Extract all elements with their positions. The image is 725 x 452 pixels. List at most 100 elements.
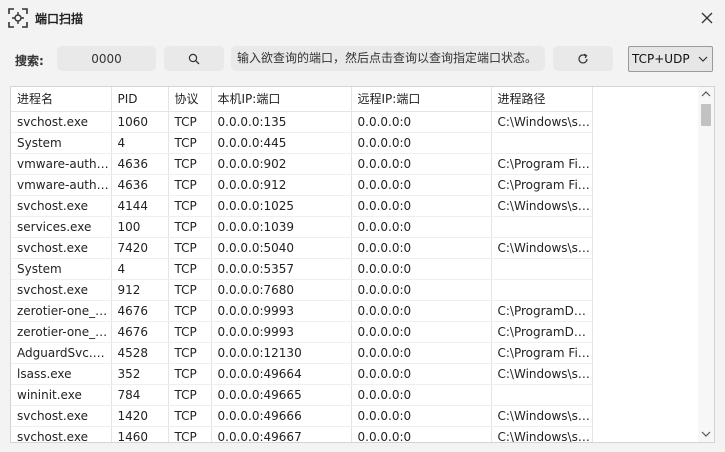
refresh-button[interactable] [553, 46, 613, 71]
cell-path: C:\Program Files (x86)\VMware [491, 174, 593, 196]
cell-process: svchost.exe [11, 237, 112, 259]
hint-text: 输入欲查询的端口，然后点击查询以查询指定端口状态。 [231, 46, 545, 71]
table-row[interactable]: wininit.exe 784 TCP 0.0.0.0:49665 0.0.0.0:0 [11, 384, 593, 406]
cell-process: vmware-authd.exe [11, 153, 112, 175]
column-header-pid[interactable]: PID [111, 87, 169, 112]
cell-local-address: 0.0.0.0:5040 [211, 237, 352, 259]
cell-remote-address: 0.0.0.0:0 [351, 384, 492, 406]
table-row[interactable]: services.exe 100 TCP 0.0.0.0:1039 0.0.0.0:0 [11, 216, 593, 238]
table-row[interactable]: zerotier-one_x64.exe4676TCP0.0.0.0:99930… [11, 321, 593, 343]
table-row[interactable]: vmware-authd.exe4636TCP0.0.0.0:9120.0.0.… [11, 174, 593, 196]
table-row[interactable]: System 4 TCP 0.0.0.0:5357 0.0.0.0:0 [11, 258, 593, 280]
cell-protocol: TCP [168, 132, 212, 154]
cell-remote-address: 0.0.0.0:0 [351, 216, 492, 238]
cell-remote-address: 0.0.0.0:0 [351, 153, 492, 175]
table-row[interactable]: vmware-authd.exe4636TCP0.0.0.0:9020.0.0.… [11, 153, 593, 175]
cell-remote-address: 0.0.0.0:0 [351, 300, 492, 322]
cell-protocol: TCP [168, 426, 212, 442]
cell-pid: 912 [111, 279, 169, 301]
cell-protocol: TCP [168, 153, 212, 175]
cell-pid: 7420 [111, 237, 169, 259]
table-row[interactable]: svchost.exe 1460 TCP 0.0.0.0:49667 0.0.0.0:0… [11, 426, 593, 442]
cell-local-address: 0.0.0.0:9993 [211, 321, 352, 343]
cell-process: lsass.exe [11, 363, 112, 385]
chevron-down-icon [698, 56, 708, 62]
table-row[interactable]: svchost.exe 912 TCP 0.0.0.0:7680 0.0.0.0:0 [11, 279, 593, 301]
vertical-scrollbar[interactable] [698, 87, 714, 442]
cell-remote-address: 0.0.0.0:0 [351, 426, 492, 442]
close-icon [701, 12, 713, 24]
cell-protocol: TCP [168, 342, 212, 364]
search-icon [188, 53, 200, 64]
cell-pid: 100 [111, 216, 169, 238]
cell-process: svchost.exe [11, 111, 112, 133]
cell-process: svchost.exe [11, 405, 112, 427]
cell-path: C:\Windows\system32\svchost.exe [491, 195, 593, 217]
cell-process: vmware-authd.exe [11, 174, 112, 196]
cell-pid: 1460 [111, 426, 169, 442]
cell-process: wininit.exe [11, 384, 112, 406]
close-button[interactable] [694, 6, 720, 30]
cell-remote-address: 0.0.0.0:0 [351, 174, 492, 196]
cell-process: services.exe [11, 216, 112, 238]
cell-local-address: 0.0.0.0:49666 [211, 405, 352, 427]
cell-protocol: TCP [168, 111, 212, 133]
cell-local-address: 0.0.0.0:5357 [211, 258, 352, 280]
table-row[interactable]: System 4 TCP 0.0.0.0:445 0.0.0.0:0 [11, 132, 593, 154]
scroll-up-icon[interactable] [701, 90, 711, 98]
cell-remote-address: 0.0.0.0:0 [351, 279, 492, 301]
cell-pid: 784 [111, 384, 169, 406]
table-row[interactable]: AdguardSvc.exe 4528 TCP 0.0.0.0:12130 0.0.0.… [11, 342, 593, 364]
window-title: 端口扫描 [35, 12, 84, 26]
cell-process: svchost.exe [11, 426, 112, 442]
cell-path: C:\Windows\system32\svchost.exe [491, 405, 593, 427]
column-header-protocol[interactable]: 协议 [168, 87, 212, 112]
cell-local-address: 0.0.0.0:12130 [211, 342, 352, 364]
table-row[interactable]: svchost.exe 4144 TCP 0.0.0.0:1025 0.0.0.0:0 C… [11, 195, 593, 217]
cell-protocol: TCP [168, 237, 212, 259]
cell-path: C:\Windows\system32\lsass.exe [491, 363, 593, 385]
cell-process: svchost.exe [11, 195, 112, 217]
cell-protocol: TCP [168, 300, 212, 322]
cell-pid: 4636 [111, 153, 169, 175]
cell-protocol: TCP [168, 363, 212, 385]
cell-local-address: 0.0.0.0:7680 [211, 279, 352, 301]
table-header-row: 进程名 PID 协议 本机IP:端口 远程IP:端口 进程路径 [11, 87, 593, 112]
table-row[interactable]: zerotier-one_x64.exe4676TCP0.0.0.0:99930… [11, 300, 593, 322]
cell-local-address: 0.0.0.0:135 [211, 111, 352, 133]
cell-remote-address: 0.0.0.0:0 [351, 342, 492, 364]
cell-remote-address: 0.0.0.0:0 [351, 237, 492, 259]
column-header-local-address[interactable]: 本机IP:端口 [211, 87, 352, 112]
scroll-down-icon[interactable] [701, 430, 711, 438]
cell-process: System [11, 132, 112, 154]
table-row[interactable]: svchost.exe 1060 TCP 0.0.0.0:135 0.0.0.0:0 C:… [11, 111, 593, 133]
cell-remote-address: 0.0.0.0:0 [351, 258, 492, 280]
cell-pid: 4528 [111, 342, 169, 364]
cell-path [491, 216, 593, 238]
port-input[interactable] [57, 46, 156, 71]
cell-pid: 352 [111, 363, 169, 385]
table-row[interactable]: svchost.exe 7420 TCP 0.0.0.0:5040 0.0.0.0:0 C… [11, 237, 593, 259]
cell-local-address: 0.0.0.0:49665 [211, 384, 352, 406]
cell-remote-address: 0.0.0.0:0 [351, 321, 492, 343]
cell-pid: 1420 [111, 405, 169, 427]
table-row[interactable]: lsass.exe 352 TCP 0.0.0.0:49664 0.0.0.0:0 C:\… [11, 363, 593, 385]
cell-protocol: TCP [168, 279, 212, 301]
protocol-select-value: TCP+UDP [632, 52, 690, 66]
cell-process: zerotier-one_x64.exe [11, 300, 112, 322]
table-row[interactable]: svchost.exe 1420 TCP 0.0.0.0:49666 0.0.0.0:0… [11, 405, 593, 427]
cell-pid: 4676 [111, 321, 169, 343]
column-header-remote-address[interactable]: 远程IP:端口 [351, 87, 492, 112]
cell-local-address: 0.0.0.0:445 [211, 132, 352, 154]
protocol-select[interactable]: TCP+UDP [628, 46, 713, 72]
cell-pid: 4636 [111, 174, 169, 196]
title-bar: 端口扫描 [0, 0, 725, 36]
column-header-process[interactable]: 进程名 [11, 87, 112, 112]
cell-path: C:\Program Files\Adguard [491, 342, 593, 364]
cell-protocol: TCP [168, 405, 212, 427]
search-button[interactable] [164, 46, 224, 71]
column-header-path[interactable]: 进程路径 [491, 87, 593, 112]
port-table[interactable]: 进程名 PID 协议 本机IP:端口 远程IP:端口 进程路径 svchost.… [10, 86, 715, 443]
scroll-thumb[interactable] [701, 104, 711, 126]
cell-local-address: 0.0.0.0:1039 [211, 216, 352, 238]
